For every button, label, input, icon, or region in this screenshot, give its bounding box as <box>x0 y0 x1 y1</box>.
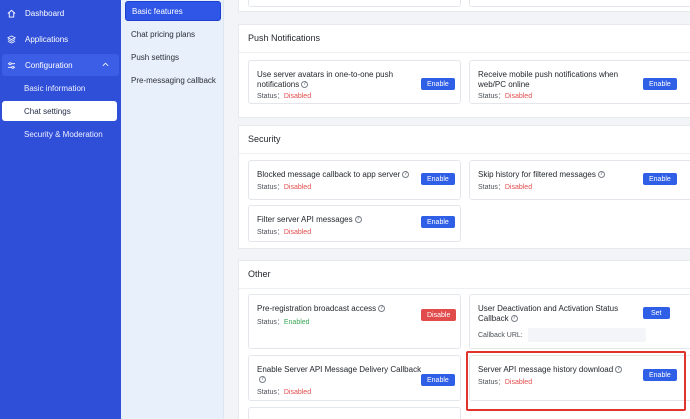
section-title: Security <box>248 134 281 144</box>
subnav-pre-messaging-callback[interactable]: Pre-messaging callback <box>125 70 221 90</box>
card-previous-left <box>248 0 461 7</box>
set-button[interactable]: Set <box>643 307 670 319</box>
status-value: Disabled <box>283 229 312 236</box>
callback-url-label: Callback URL: <box>478 332 523 339</box>
status-label: Status： <box>257 229 284 236</box>
status-value: Disabled <box>504 184 533 191</box>
nav-dashboard[interactable]: Dashboard <box>0 2 121 24</box>
status-label: Status： <box>478 93 505 100</box>
callback-url-input[interactable] <box>528 328 646 342</box>
status-value: Disabled <box>283 389 312 396</box>
help-icon[interactable]: ? <box>259 376 266 384</box>
main-content: Push Notifications Use server avatars in… <box>224 0 690 419</box>
card-mobile-push: Receive mobile push notifications when w… <box>469 60 690 104</box>
card-status: Status：Disabled <box>257 182 311 192</box>
card-title-text: Use server avatars in one-to-one push no… <box>257 70 394 89</box>
status-label: Status： <box>257 184 284 191</box>
layers-icon <box>7 34 16 44</box>
card-status: Status：Enabled <box>257 317 310 327</box>
card-status: Status：Disabled <box>478 182 532 192</box>
card-filter-server-api: Filter server API messages? Status：Disab… <box>248 205 461 242</box>
help-icon[interactable]: ? <box>301 81 309 89</box>
card-skip-history: Skip history for filtered messages? Stat… <box>469 160 690 200</box>
card-title: Filter server API messages? <box>257 215 412 225</box>
disable-button[interactable]: Disable <box>421 309 457 321</box>
subnav-basic-features[interactable]: Basic features <box>125 1 221 21</box>
card-title-text: Blocked message callback to app server <box>257 170 401 179</box>
card-previous-right <box>469 0 690 7</box>
card-title-text: User Deactivation and Activation Status … <box>478 304 619 323</box>
enable-button[interactable]: Enable <box>421 374 455 386</box>
panel-security: Security Blocked message callback to app… <box>238 125 690 249</box>
status-value: Disabled <box>283 93 312 100</box>
settings-subnav: Basic features Chat pricing plans Push s… <box>121 0 224 419</box>
section-title: Other <box>248 269 271 279</box>
nav-basic-information[interactable]: Basic information <box>0 78 121 98</box>
card-status: Status：Disabled <box>478 91 532 101</box>
main-sidebar: Dashboard Applications Configuration Bas… <box>0 0 121 419</box>
subnav-chat-pricing-plans[interactable]: Chat pricing plans <box>125 24 221 44</box>
card-user-deactivation-callback: User Deactivation and Activation Status … <box>469 294 690 349</box>
nav-dashboard-label: Dashboard <box>25 8 65 18</box>
help-icon[interactable]: ? <box>378 305 386 313</box>
help-icon[interactable]: ? <box>402 171 410 179</box>
card-status: Status：Disabled <box>257 227 311 237</box>
divider <box>239 52 690 53</box>
help-icon[interactable]: ? <box>510 315 518 323</box>
divider <box>239 288 690 289</box>
help-icon[interactable]: ? <box>354 216 362 224</box>
card-title: Receive mobile push notifications when w… <box>478 70 619 89</box>
card-title-text: Filter server API messages <box>257 215 353 224</box>
status-value: Disabled <box>283 184 312 191</box>
nav-applications[interactable]: Applications <box>0 28 121 50</box>
chevron-up-icon <box>102 62 109 67</box>
enable-button[interactable]: Enable <box>643 78 677 90</box>
status-value: Enabled <box>283 319 310 326</box>
enable-button[interactable]: Enable <box>421 78 455 90</box>
nav-configuration[interactable]: Configuration <box>2 54 119 76</box>
section-title: Push Notifications <box>248 33 321 43</box>
panel-push-notifications: Push Notifications Use server avatars in… <box>238 24 690 118</box>
card-blocked-message-callback: Blocked message callback to app server? … <box>248 160 461 200</box>
help-icon[interactable]: ? <box>597 171 605 179</box>
divider <box>239 153 690 154</box>
card-title-text: Pre-registration broadcast access <box>257 304 377 313</box>
nav-security-moderation[interactable]: Security & Moderation <box>0 124 121 144</box>
card-title: Pre-registration broadcast access? <box>257 304 412 314</box>
card-next-left <box>248 407 461 419</box>
card-title: Use server avatars in one-to-one push no… <box>257 70 412 90</box>
card-status: Status：Disabled <box>257 387 311 397</box>
card-title-text: Skip history for filtered messages <box>478 170 596 179</box>
card-status: Status：Disabled <box>257 91 311 101</box>
panel-previous <box>238 0 690 12</box>
card-pre-registration-broadcast: Pre-registration broadcast access? Statu… <box>248 294 461 349</box>
home-icon <box>7 9 16 18</box>
enable-button[interactable]: Enable <box>421 173 455 185</box>
sliders-icon <box>7 61 16 70</box>
status-label: Status： <box>257 93 284 100</box>
status-label: Status： <box>257 389 284 396</box>
card-title-text: Enable Server API Message Delivery Callb… <box>257 365 422 374</box>
nav-configuration-label: Configuration <box>25 60 73 70</box>
card-title: Blocked message callback to app server? <box>257 170 412 180</box>
status-label: Status： <box>478 184 505 191</box>
status-label: Status： <box>257 319 284 326</box>
highlight-box <box>466 351 686 411</box>
nav-chat-settings[interactable]: Chat settings <box>2 101 117 121</box>
status-value: Disabled <box>504 93 533 100</box>
enable-button[interactable]: Enable <box>643 173 677 185</box>
card-server-api-delivery-callback: Enable Server API Message Delivery Callb… <box>248 355 461 401</box>
subnav-push-settings[interactable]: Push settings <box>125 47 221 67</box>
card-title: Skip history for filtered messages? <box>478 170 633 180</box>
card-title: Enable Server API Message Delivery Callb… <box>257 365 422 385</box>
card-server-avatars: Use server avatars in one-to-one push no… <box>248 60 461 104</box>
card-title: User Deactivation and Activation Status … <box>478 304 628 324</box>
enable-button[interactable]: Enable <box>421 216 455 228</box>
nav-applications-label: Applications <box>25 34 69 44</box>
